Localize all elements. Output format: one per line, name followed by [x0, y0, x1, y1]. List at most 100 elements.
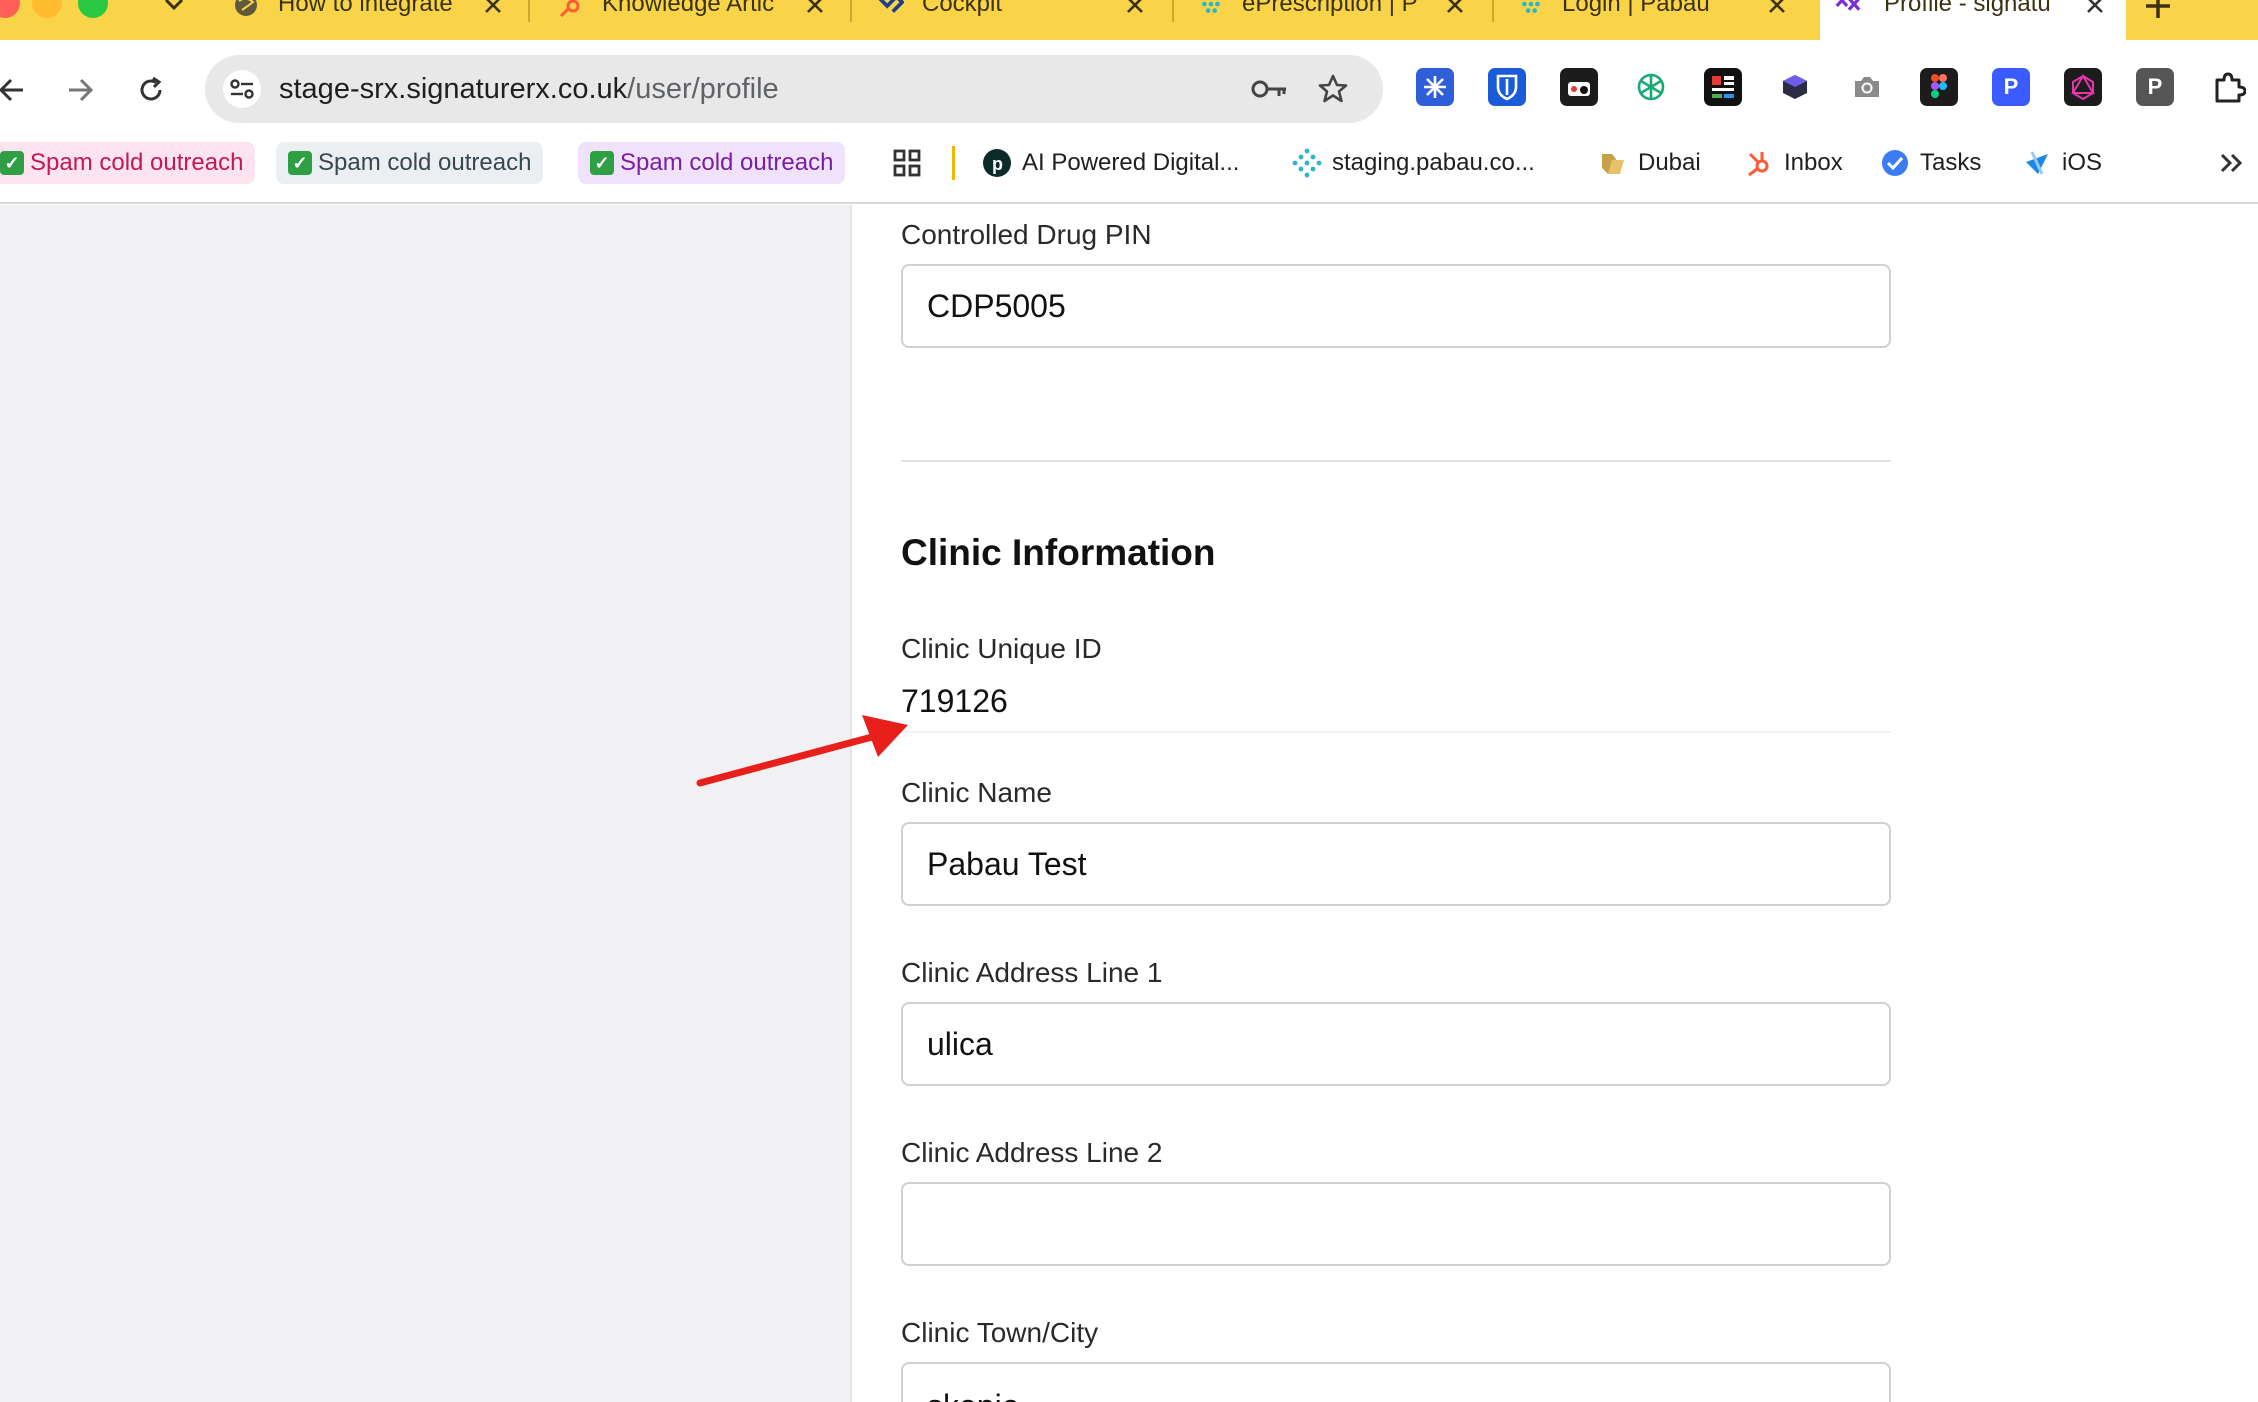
close-tab-icon[interactable] [482, 0, 504, 16]
window-zoom-button[interactable] [78, 0, 108, 18]
tab-strip: How to integrate Knowledge Artic Cockpit… [0, 0, 2258, 40]
bookmark-tasks[interactable]: Tasks [1880, 142, 1981, 184]
xcode-icon [2022, 148, 2052, 178]
clinic-town-city-input[interactable]: skopje [901, 1362, 1891, 1402]
bitwarden-icon[interactable] [1488, 68, 1526, 106]
password-key-icon[interactable] [1250, 73, 1290, 105]
bookmark-ai-powered-digital[interactable]: p AI Powered Digital... [982, 142, 1239, 184]
tab-title: Cockpit [922, 0, 1003, 17]
folder-icon [1598, 148, 1628, 178]
bookmark-label: Tasks [1920, 149, 1982, 176]
cube-icon[interactable] [1776, 68, 1814, 106]
tab-search-chevron-icon[interactable] [162, 0, 186, 16]
figma-icon[interactable] [1920, 68, 1958, 106]
tab-separator [1492, 0, 1494, 22]
clinic-town-city-label: Clinic Town/City [901, 1317, 1099, 1348]
url-path: /user/profile [627, 73, 779, 105]
annotation-arrow-icon [696, 715, 908, 787]
tab-profile-signaturerx[interactable]: Profile - signatu [1820, 0, 2126, 40]
clinic-name-value: Pabau Test [927, 845, 1087, 882]
window-minimize-button[interactable] [32, 0, 62, 18]
clinic-address-line-1-value: ulica [927, 1025, 993, 1062]
bookmark-spam-cold-outreach-1[interactable]: ✓ Spam cold outreach [0, 142, 256, 184]
new-tab-plus-icon[interactable] [2140, 0, 2176, 24]
pabau-icon [1516, 0, 1544, 19]
hubspot-icon [556, 0, 584, 19]
bookmark-dubai[interactable]: Dubai [1598, 142, 1701, 184]
check-mark-icon: ✓ [0, 151, 24, 175]
url-text: stage-srx.signaturerx.co.uk/user/profile [279, 73, 779, 106]
close-tab-icon[interactable] [1766, 0, 1788, 16]
clinic-name-label: Clinic Name [901, 777, 1052, 808]
section-divider [901, 460, 1891, 462]
tab-separator [528, 0, 530, 22]
graphql-icon[interactable] [2064, 68, 2102, 106]
tab-title: ePrescription | P [1242, 0, 1418, 17]
clinic-unique-id-value: 719126 [901, 683, 1891, 733]
bookmark-divider [952, 146, 955, 180]
window-close-button[interactable] [0, 0, 20, 18]
svg-text:p: p [992, 154, 1003, 174]
openai-icon[interactable] [1632, 68, 1670, 106]
clinic-address-line-1-input[interactable]: ulica [901, 1002, 1891, 1086]
tab-title: Profile - signatu [1884, 0, 2051, 17]
tab-eprescription[interactable]: ePrescription | P [1196, 0, 1486, 40]
close-tab-icon[interactable] [804, 0, 826, 16]
bookmark-label: Spam cold outreach [30, 149, 244, 176]
close-tab-icon[interactable] [1124, 0, 1146, 16]
p-grey-icon[interactable]: P [2136, 68, 2174, 106]
puzzle-icon[interactable] [2210, 68, 2248, 106]
bookmark-inbox[interactable]: Inbox [1744, 142, 1843, 184]
bookmark-spam-cold-outreach-2[interactable]: ✓ Spam cold outreach [276, 142, 544, 184]
site-settings-icon[interactable] [223, 70, 261, 108]
tab-knowledge-article[interactable]: Knowledge Artic [556, 0, 846, 40]
tab-cockpit[interactable]: Cockpit [876, 0, 1166, 40]
pabau-icon [1196, 0, 1224, 19]
close-tab-icon[interactable] [2084, 0, 2106, 16]
p-circle-icon: p [982, 148, 1012, 178]
clinic-town-city-value: skopje [927, 1388, 1020, 1402]
tab-login-pabau[interactable]: Login | Pabau [1516, 0, 1806, 40]
ext-dots-icon[interactable] [1560, 68, 1598, 106]
check-mark-icon: ✓ [288, 151, 312, 175]
controlled-drug-pin-label: Controlled Drug PIN [901, 219, 1152, 250]
back-arrow-icon[interactable] [0, 70, 32, 110]
snowflake-icon[interactable] [1416, 68, 1454, 106]
apps-grid-icon[interactable] [892, 142, 922, 184]
forward-arrow-icon[interactable] [60, 70, 100, 110]
bookmark-label: staging.pabau.co... [1332, 149, 1535, 176]
bookmark-spam-cold-outreach-3[interactable]: ✓ Spam cold outreach [578, 142, 846, 184]
p-blue-icon[interactable]: P [1992, 68, 2030, 106]
cockpit-icon [876, 0, 904, 19]
bookmark-label: Inbox [1784, 149, 1843, 176]
camera-icon[interactable] [1848, 68, 1886, 106]
pabau-icon [1292, 148, 1322, 178]
bookmark-label: Spam cold outreach [620, 149, 834, 176]
tab-separator [850, 0, 852, 22]
controlled-drug-pin-input[interactable]: CDP5005 [901, 264, 1891, 348]
left-sidebar-pane [0, 205, 852, 1402]
more-bookmarks-chevron-icon[interactable] [2218, 142, 2246, 184]
reload-icon[interactable] [131, 70, 171, 110]
board-icon[interactable] [1704, 68, 1742, 106]
address-bar[interactable]: stage-srx.signaturerx.co.uk/user/profile [205, 55, 1383, 123]
hubspot-icon [1744, 148, 1774, 178]
bookmark-ios[interactable]: iOS [2022, 142, 2102, 184]
bookmark-staging-pabau[interactable]: staging.pabau.co... [1292, 142, 1535, 184]
bookmark-label: AI Powered Digital... [1022, 149, 1240, 176]
check-circle-icon [1880, 148, 1910, 178]
clinic-unique-id-label: Clinic Unique ID [901, 633, 1102, 664]
url-host: stage-srx.signaturerx.co.uk [279, 73, 628, 105]
clinic-address-line-1-label: Clinic Address Line 1 [901, 957, 1163, 988]
controlled-drug-pin-value: CDP5005 [927, 287, 1066, 324]
bookmark-star-icon[interactable] [1315, 71, 1351, 107]
tab-how-to-integrate[interactable]: How to integrate [232, 0, 532, 40]
globe-icon [232, 0, 260, 19]
bookmark-label: Spam cold outreach [318, 149, 532, 176]
ext-letter: P [2147, 74, 2163, 99]
signaturerx-icon [1834, 0, 1862, 19]
clinic-address-line-2-label: Clinic Address Line 2 [901, 1137, 1163, 1168]
clinic-address-line-2-input[interactable] [901, 1182, 1891, 1266]
close-tab-icon[interactable] [1444, 0, 1466, 16]
clinic-name-input[interactable]: Pabau Test [901, 822, 1891, 906]
